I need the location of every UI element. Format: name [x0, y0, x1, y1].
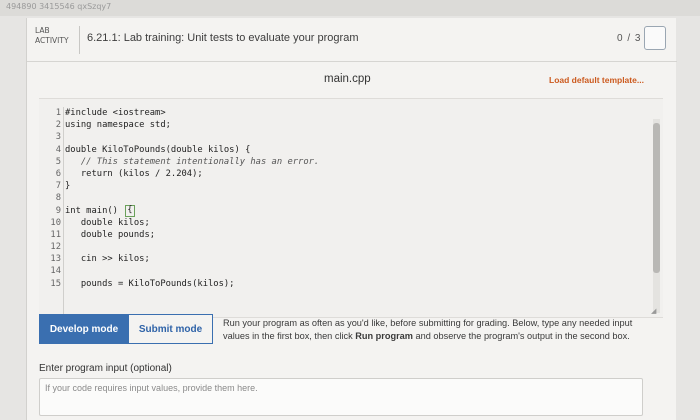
line-number: 8 — [55, 193, 61, 204]
line-code[interactable]: double KiloToPounds(double kilos) { — [65, 144, 250, 156]
activity-header: LAB ACTIVITY 6.21.1: Lab training: Unit … — [27, 18, 677, 62]
code-line[interactable]: 6 return (kilos / 2.204); — [43, 168, 643, 180]
line-number: 4 — [55, 144, 61, 155]
load-default-template-link[interactable]: Load default template... — [549, 75, 644, 85]
line-number: 10 — [50, 217, 61, 228]
editor-header: main.cpp Load default template... — [27, 62, 677, 98]
activity-tag-line2: ACTIVITY — [35, 36, 69, 45]
line-number: 13 — [50, 254, 61, 265]
mode-description: Run your program as often as you'd like,… — [223, 317, 653, 342]
line-number: 1 — [55, 108, 61, 118]
code-line[interactable]: 8 — [43, 192, 643, 204]
line-code[interactable]: return (kilos / 2.204); — [65, 168, 203, 180]
code-lines[interactable]: 1 #include <iostream> 2 using namespace std… — [43, 107, 643, 290]
activity-tag-line1: LAB — [35, 26, 50, 35]
code-line[interactable]: 7} — [43, 180, 643, 192]
program-input-label: Enter program input (optional) — [39, 363, 172, 374]
code-line[interactable]: 11 double pounds; — [43, 229, 643, 241]
line-number: 11 — [50, 229, 61, 240]
line-number: 14 — [50, 266, 61, 277]
code-line[interactable]: 15 pounds = KiloToPounds(kilos); — [43, 278, 643, 290]
line-code[interactable]: cin >> kilos; — [65, 253, 150, 265]
line-code[interactable]: double pounds; — [65, 229, 155, 241]
browser-top-strip: 494890 3415546 qxSzqy7 — [0, 0, 700, 16]
top-crumb-text: 494890 3415546 qxSzqy7 — [6, 2, 112, 11]
line-code[interactable]: using namespace std; — [65, 119, 171, 131]
code-line[interactable]: 14 — [43, 265, 643, 277]
code-line[interactable]: 2 using namespace std; — [43, 119, 643, 131]
run-program-emphasis: Run program — [355, 330, 413, 341]
filename-label: main.cpp — [324, 73, 371, 85]
line-number: 15 — [50, 278, 61, 289]
code-line[interactable]: 1 #include <iostream> — [43, 107, 643, 119]
line-code[interactable]: pounds = KiloToPounds(kilos); — [65, 278, 235, 290]
code-line[interactable]: 9 int main() { — [43, 204, 643, 217]
line-code[interactable]: double kilos; — [65, 217, 150, 229]
code-line[interactable]: 4 double KiloToPounds(double kilos) { — [43, 144, 643, 156]
line-code[interactable]: // This statement intentionally has an e… — [65, 156, 319, 168]
header-divider — [79, 26, 80, 54]
matching-brace-highlight: { — [125, 204, 135, 217]
line-code[interactable]: int main() — [65, 205, 123, 217]
mode-toggle: Develop mode Submit mode — [39, 314, 215, 344]
develop-mode-button[interactable]: Develop mode — [39, 314, 129, 344]
line-number: 5 — [55, 156, 61, 167]
code-line[interactable]: 10 double kilos; — [43, 217, 643, 229]
code-line[interactable]: 3 — [43, 131, 643, 143]
code-line[interactable]: 13 cin >> kilos; — [43, 253, 643, 265]
code-editor[interactable]: 1 #include <iostream> 2 using namespace std… — [39, 98, 663, 318]
line-number: 12 — [50, 242, 61, 253]
score-text: 0 / 3 — [617, 33, 642, 44]
code-line[interactable]: 5 // This statement intentionally has an… — [43, 156, 643, 168]
line-number: 6 — [55, 168, 61, 179]
line-code[interactable]: #include <iostream> — [65, 107, 166, 119]
mode-description-post: and observe the program's output in the … — [412, 330, 630, 341]
activity-title: 6.21.1: Lab training: Unit tests to eval… — [87, 32, 359, 44]
line-number: 3 — [55, 132, 61, 143]
code-line[interactable]: 12 — [43, 241, 643, 253]
completion-checkbox-icon — [644, 26, 666, 50]
editor-scrollbar-thumb[interactable] — [653, 123, 660, 273]
line-number: 2 — [55, 120, 61, 131]
line-number: 7 — [55, 181, 61, 192]
lab-activity-card: LAB ACTIVITY 6.21.1: Lab training: Unit … — [26, 18, 677, 420]
resize-grip-icon[interactable]: ◢ — [651, 307, 659, 315]
submit-mode-button[interactable]: Submit mode — [129, 314, 213, 344]
program-input-field[interactable] — [39, 378, 643, 416]
activity-type-tag: LAB ACTIVITY — [35, 26, 77, 54]
line-number: 9 — [55, 205, 61, 216]
line-code[interactable]: } — [65, 180, 70, 192]
